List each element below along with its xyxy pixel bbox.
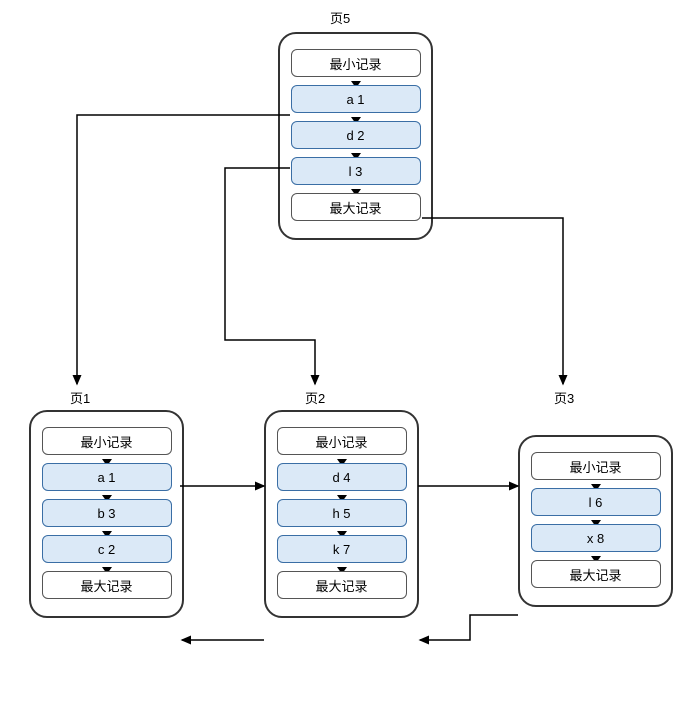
page5-record-a1: a 1 bbox=[291, 85, 421, 113]
page2-min-record: 最小记录 bbox=[277, 427, 407, 455]
page5-box: 最小记录 a 1 d 2 l 3 最大记录 bbox=[278, 32, 433, 240]
page3-record-l6: l 6 bbox=[531, 488, 661, 516]
page3-label: 页3 bbox=[554, 388, 574, 407]
page1-label: 页1 bbox=[70, 388, 90, 407]
page2-max-record: 最大记录 bbox=[277, 571, 407, 599]
page1-min-record: 最小记录 bbox=[42, 427, 172, 455]
page1-record-a1: a 1 bbox=[42, 463, 172, 491]
page2-record-k7: k 7 bbox=[277, 535, 407, 563]
page5-label: 页5 bbox=[330, 8, 350, 27]
page1-record-b3: b 3 bbox=[42, 499, 172, 527]
page3-min-record: 最小记录 bbox=[531, 452, 661, 480]
page2-record-d4: d 4 bbox=[277, 463, 407, 491]
page5-record-l3: l 3 bbox=[291, 157, 421, 185]
page3-max-record: 最大记录 bbox=[531, 560, 661, 588]
page5-max-record: 最大记录 bbox=[291, 193, 421, 221]
page1-record-c2: c 2 bbox=[42, 535, 172, 563]
page5-record-d2: d 2 bbox=[291, 121, 421, 149]
page3-box: 最小记录 l 6 x 8 最大记录 bbox=[518, 435, 673, 607]
page2-record-h5: h 5 bbox=[277, 499, 407, 527]
page2-label: 页2 bbox=[305, 388, 325, 407]
page2-box: 最小记录 d 4 h 5 k 7 最大记录 bbox=[264, 410, 419, 618]
page5-min-record: 最小记录 bbox=[291, 49, 421, 77]
page3-record-x8: x 8 bbox=[531, 524, 661, 552]
page1-box: 最小记录 a 1 b 3 c 2 最大记录 bbox=[29, 410, 184, 618]
page1-max-record: 最大记录 bbox=[42, 571, 172, 599]
